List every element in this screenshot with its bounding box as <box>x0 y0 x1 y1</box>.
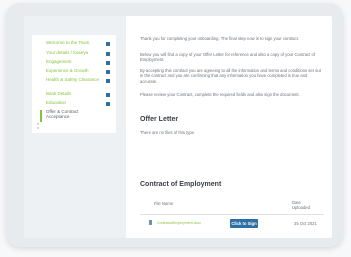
screen: Welcome to the Team Your details / Kasey… <box>24 16 332 238</box>
file-name-column-header: File Name <box>154 201 174 206</box>
offer-letter-heading: Offer Letter <box>140 116 179 123</box>
sidebar-item-welcome[interactable]: Welcome to the Team <box>40 40 110 50</box>
date-column-header: Date Uploaded <box>292 200 310 210</box>
check-icon <box>106 42 110 46</box>
sidebar-item-label: Experience & Growth <box>46 68 89 73</box>
sidebar-item-label: Welcome to the Team <box>46 40 90 45</box>
intro-text: Thank you for completing your onboarding… <box>140 36 299 41</box>
sidebar-item-label: Your details / Kaseya <box>46 50 89 55</box>
table-divider <box>140 214 324 215</box>
sidebar-item-label: Health & Safety Clearance <box>46 77 100 82</box>
active-indicator <box>40 110 42 122</box>
sidebar-item-health-safety[interactable]: Health & Safety Clearance <box>40 77 110 89</box>
device-background: Welcome to the Team Your details / Kasey… <box>0 0 351 257</box>
check-icon <box>106 70 110 74</box>
check-icon <box>106 102 110 106</box>
agreement-text: By accepting this contract you are agree… <box>140 68 321 84</box>
sidebar-item-label: Engagement <box>46 59 72 64</box>
check-icon <box>106 93 110 97</box>
decorative-dot <box>37 123 39 125</box>
check-icon <box>106 61 110 65</box>
sidebar-item-label: Offer & Contract Acceptance <box>46 109 79 119</box>
instructions-text: Below you will find a copy of your Offer… <box>140 52 315 63</box>
sidebar-item-label: Bank Details <box>46 91 72 96</box>
file-icon <box>149 220 152 225</box>
date-uploaded: 25 Oct 2021 <box>294 221 317 226</box>
decorative-dot <box>37 127 39 129</box>
sidebar: Welcome to the Team Your details / Kasey… <box>24 16 126 238</box>
click-to-sign-button[interactable]: Click to Sign <box>230 219 258 228</box>
contract-heading: Contract of Employment <box>140 181 222 188</box>
main-content: Thank you for completing your onboarding… <box>132 16 332 238</box>
check-icon <box>106 52 110 56</box>
onboarding-steps-panel: Welcome to the Team Your details / Kasey… <box>32 35 116 133</box>
no-files-text: There are no files of this type. <box>140 130 196 135</box>
review-text: Please review your Contract, complete th… <box>140 92 300 97</box>
sidebar-item-offer-contract[interactable]: Offer & Contract Acceptance <box>40 109 110 122</box>
contract-file-link[interactable]: ContractofEmployment.docx <box>157 221 217 225</box>
sidebar-item-label: Education <box>46 100 67 105</box>
check-icon <box>106 79 110 83</box>
